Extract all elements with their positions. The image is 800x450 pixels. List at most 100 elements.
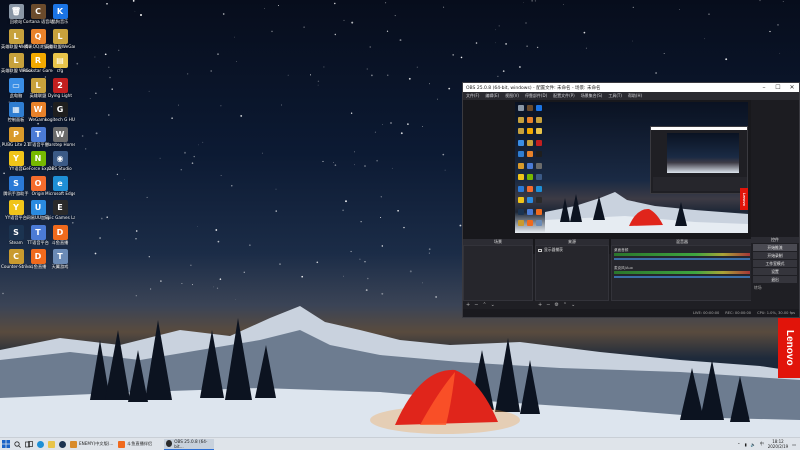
menu-edit[interactable]: 编辑(E) [485, 93, 499, 99]
desktop-icon[interactable]: e Microsoft Edge [45, 175, 75, 196]
taskbar-app-game[interactable]: ENEMY(中文版)... [68, 439, 116, 450]
sources-list[interactable]: 显示器捕获 [535, 245, 609, 301]
studio-mode-button[interactable]: 工作室模式 [753, 260, 797, 267]
star [135, 230, 138, 232]
clock-date: 2020/2/19 [767, 444, 789, 449]
star [334, 33, 337, 36]
scenes-list[interactable] [463, 245, 533, 301]
task-view-button[interactable] [23, 439, 35, 450]
remove-source-icon[interactable]: − [546, 302, 550, 308]
star [422, 126, 423, 127]
taskbar-explorer[interactable] [46, 439, 57, 450]
star [769, 30, 771, 33]
app-icon: ▦ [8, 102, 24, 117]
star [100, 217, 103, 220]
menu-docks[interactable]: 停靠部件(D) [525, 93, 547, 99]
obs-window[interactable]: OBS 25.0.8 (64-bit, windows) - 配置文件: 未命名… [462, 82, 800, 318]
exit-button[interactable]: 退出 [753, 276, 797, 283]
star [374, 131, 376, 133]
star [181, 282, 183, 285]
star [150, 288, 152, 290]
desktop-icon[interactable]: WWarstep Homes... [45, 126, 75, 147]
obs-window-title: OBS 25.0.8 (64-bit, windows) - 配置文件: 未命名… [466, 85, 601, 91]
obs-preview-area[interactable]: Lenovo [463, 100, 753, 254]
settings-button[interactable]: 设置 [753, 268, 797, 275]
volume-slider[interactable] [614, 276, 750, 278]
desktop-icon[interactable]: ▤ cfg [48, 53, 72, 73]
menu-tools[interactable]: 工具(T) [608, 93, 622, 99]
close-icon[interactable]: ✕ [785, 84, 799, 91]
source-item[interactable]: 显示器捕获 [536, 246, 608, 254]
menu-scene-collection[interactable]: 场景集合(S) [581, 93, 603, 99]
maximize-icon[interactable]: ☐ [771, 84, 785, 91]
star [2, 292, 4, 295]
star [403, 226, 405, 229]
app-icon: ▤ [52, 53, 68, 68]
source-settings-icon[interactable]: ⚙ [554, 302, 558, 308]
remove-scene-icon[interactable]: − [474, 302, 478, 308]
move-down-icon[interactable]: ⌄ [491, 302, 495, 308]
star [94, 252, 97, 255]
start-button[interactable] [0, 438, 12, 450]
star [679, 8, 681, 10]
star [366, 68, 368, 70]
move-up-icon[interactable]: ⌃ [482, 302, 486, 308]
desktop-icon[interactable]: D 斗鱼直播 [48, 224, 72, 245]
star [360, 221, 362, 223]
taskbar-steam[interactable] [57, 439, 68, 450]
desktop-icon[interactable]: L英雄联盟WeGame版 [45, 28, 75, 49]
desktop-icon[interactable]: K 酷狗音乐 [48, 4, 72, 24]
star [663, 52, 665, 55]
star [217, 53, 219, 55]
menu-help[interactable]: 帮助(H) [628, 93, 642, 99]
add-scene-icon[interactable]: + [466, 302, 470, 308]
star [631, 40, 633, 42]
star [460, 56, 463, 59]
desktop-icon-label: cfg [56, 68, 64, 73]
app-icon: 🗑 [8, 4, 24, 19]
star [190, 264, 192, 266]
taskbar-app-label: ENEMY(中文版)... [79, 441, 114, 446]
menu-profile[interactable]: 配置文件(P) [553, 93, 575, 99]
app-icon: Q [30, 28, 46, 44]
start-recording-button[interactable]: 开始录制 [753, 252, 797, 259]
audio-mixer: 桌面音频 麦克风/Aux [611, 245, 753, 301]
menu-file[interactable]: 文件(F) [466, 93, 479, 99]
clock[interactable]: 18:12 2020/2/19 [768, 439, 789, 449]
move-down-icon[interactable]: ⌄ [571, 302, 575, 308]
app-icon: U [30, 200, 46, 215]
star [536, 46, 539, 49]
obs-title-bar[interactable]: OBS 25.0.8 (64-bit, windows) - 配置文件: 未命名… [463, 83, 799, 92]
minimize-icon[interactable]: – [757, 84, 771, 91]
star [180, 168, 183, 171]
star [99, 237, 102, 239]
star [725, 58, 728, 61]
desktop-icon[interactable]: G Logitech G HUB [45, 102, 75, 122]
desktop-icon[interactable]: ◉ OBS Studio [48, 151, 72, 171]
start-streaming-button[interactable]: 开始推流 [753, 244, 797, 251]
move-up-icon[interactable]: ⌃ [563, 302, 567, 308]
taskbar: ENEMY(中文版)... 斗鱼直播伴侣 OBS 25.0.8 (64-bit.… [0, 437, 800, 450]
taskbar-app-obs[interactable]: OBS 25.0.8 (64-bit... [164, 438, 214, 450]
desktop-icon-label: 酷狗音乐 [51, 19, 69, 24]
star [416, 66, 418, 68]
taskbar-app-douyu[interactable]: 斗鱼直播伴侣 [116, 439, 164, 450]
tray-overflow-icon[interactable]: ⌃ [737, 442, 740, 447]
controls-dock: 控件 开始推流 开始录制 工作室模式 设置 退出 转场 [751, 237, 799, 309]
notification-icon[interactable]: ▭ [792, 442, 796, 447]
ime-icon[interactable]: 中 [760, 441, 764, 447]
add-source-icon[interactable]: + [538, 302, 542, 308]
volume-icon[interactable]: 🔈 [751, 442, 756, 447]
obs-preview-canvas[interactable]: Lenovo [515, 102, 748, 233]
volume-slider[interactable] [614, 258, 750, 260]
taskbar-edge[interactable] [35, 439, 46, 450]
network-icon[interactable]: ▮ [745, 442, 747, 447]
star [534, 0, 536, 2]
desktop-icon[interactable]: T 天翼游戏 [48, 249, 72, 269]
search-button[interactable] [12, 439, 23, 450]
menu-view[interactable]: 视图(V) [505, 93, 519, 99]
star [342, 209, 344, 212]
desktop-icon[interactable]: EEpic Games Launcher [45, 200, 75, 220]
star [281, 104, 282, 106]
desktop-icon[interactable]: 2 Dying Light [48, 77, 72, 98]
